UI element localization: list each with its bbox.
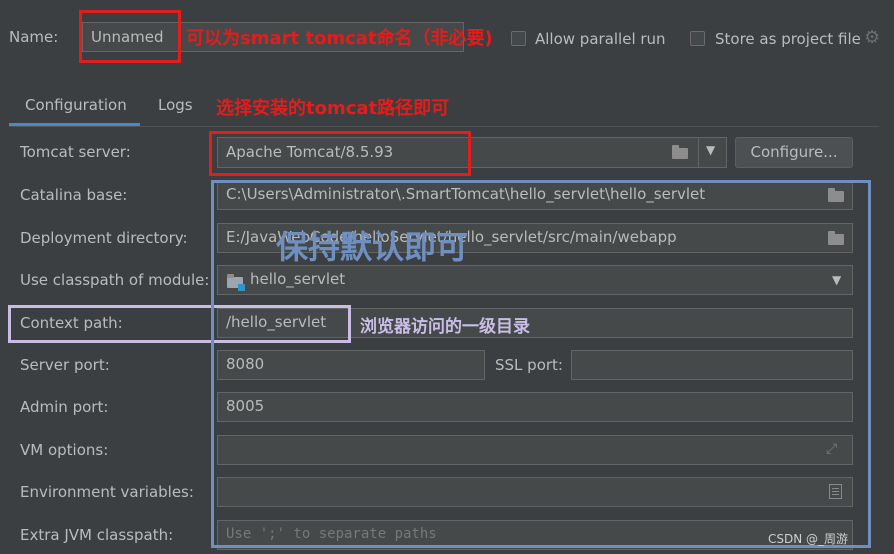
- classpath-module-label: Use classpath of module:: [20, 271, 210, 289]
- name-annotation: 可以为smart tomcat命名（非必要): [186, 28, 493, 49]
- gear-icon[interactable]: ⚙: [864, 27, 880, 48]
- allow-parallel-checkbox[interactable]: [511, 31, 526, 46]
- tab-configuration[interactable]: Configuration: [25, 96, 127, 114]
- vm-options-label: VM options:: [20, 441, 109, 459]
- name-highlight-box: [79, 10, 181, 63]
- catalina-base-label: Catalina base:: [20, 186, 128, 204]
- tomcat-server-label: Tomcat server:: [20, 143, 131, 161]
- tomcat-dropdown-divider: [698, 138, 699, 167]
- env-vars-label: Environment variables:: [20, 483, 194, 501]
- tab-logs[interactable]: Logs: [158, 96, 193, 114]
- tomcat-annotation: 选择安装的tomcat路径即可: [216, 98, 450, 119]
- store-project-label[interactable]: Store as project file: [715, 30, 861, 48]
- admin-port-label: Admin port:: [20, 398, 109, 416]
- watermark: CSDN @_周游: [768, 532, 849, 546]
- deployment-dir-label: Deployment directory:: [20, 229, 188, 247]
- folder-icon[interactable]: [672, 145, 688, 159]
- tomcat-highlight-box: [209, 131, 471, 176]
- configure-button[interactable]: Configure...: [735, 137, 853, 168]
- server-port-label: Server port:: [20, 356, 110, 374]
- allow-parallel-label[interactable]: Allow parallel run: [535, 30, 666, 48]
- chevron-down-icon[interactable]: ▼: [706, 143, 715, 157]
- name-label: Name:: [9, 28, 59, 46]
- tab-separator: [9, 126, 879, 127]
- extra-classpath-label: Extra JVM classpath:: [20, 526, 174, 544]
- default-highlight-box: [211, 180, 871, 548]
- store-project-checkbox[interactable]: [690, 31, 705, 46]
